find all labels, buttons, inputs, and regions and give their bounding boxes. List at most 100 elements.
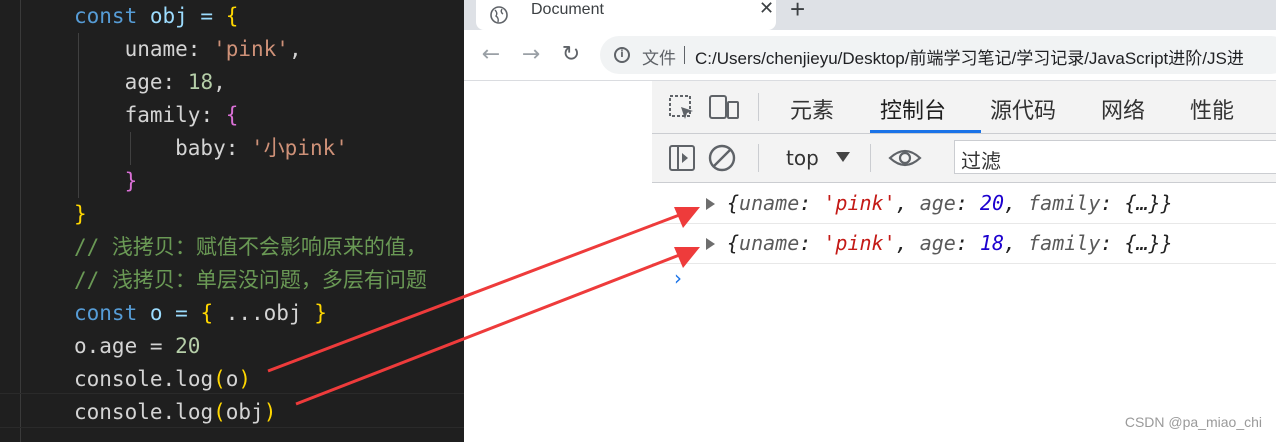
inspect-element-icon[interactable] xyxy=(668,94,696,122)
code-token: uname xyxy=(74,37,188,61)
code-token: log xyxy=(175,400,214,424)
log-object-preview: {uname: 'pink', age: 20, family: {…}} xyxy=(727,191,1173,215)
code-line: o.age = 20 xyxy=(74,330,200,363)
context-selector[interactable]: top xyxy=(786,146,819,170)
code-token: log xyxy=(175,367,214,391)
code-line: console.log(obj) xyxy=(74,396,276,429)
scheme-label: 文件 xyxy=(642,49,676,69)
code-token: 20 xyxy=(175,334,201,358)
sidebar-toggle-icon[interactable] xyxy=(668,144,696,172)
code-token: : xyxy=(225,136,252,160)
code-token: { xyxy=(225,4,239,28)
code-token: 'pink' xyxy=(213,37,289,61)
code-token: // 浅拷贝：单层没问题，多层有问题 xyxy=(74,268,427,292)
code-token: { xyxy=(200,301,214,325)
dropdown-arrow-icon[interactable] xyxy=(836,152,850,162)
code-token: ) xyxy=(263,400,277,424)
code-token: : xyxy=(162,70,188,94)
console-log-entry[interactable]: {uname: 'pink', age: 18, family: {…}} xyxy=(652,223,1276,264)
url-text[interactable]: C:/Users/chenjieyu/Desktop/前端学习笔记/学习记录/J… xyxy=(695,44,1244,69)
code-line: // 浅拷贝：赋值不会影响原来的值， xyxy=(74,231,427,264)
reload-icon[interactable]: ↻ xyxy=(558,42,584,68)
address-bar[interactable]: i 文件 C:/Users/chenjieyu/Desktop/前端学习笔记/学… xyxy=(600,36,1276,74)
toolbar-divider xyxy=(870,144,871,172)
back-arrow-icon[interactable]: ← xyxy=(478,42,504,68)
code-token: age xyxy=(74,70,163,94)
tab-strip: Document ✕ + xyxy=(464,0,1276,30)
code-token: family xyxy=(74,103,201,127)
tab-title: Document xyxy=(531,1,604,18)
code-token: const xyxy=(74,301,138,325)
code-line: } xyxy=(74,165,138,198)
code-token: : xyxy=(187,37,214,61)
code-token: console xyxy=(74,400,163,424)
toolbar-divider xyxy=(758,93,759,121)
code-token: } xyxy=(74,202,87,226)
tab-elements[interactable]: 元素 xyxy=(790,93,834,125)
code-token: 18 xyxy=(187,70,214,94)
globe-icon xyxy=(490,6,508,24)
filter-input[interactable]: 过滤 xyxy=(954,140,1276,174)
forward-arrow-icon[interactable]: → xyxy=(518,42,544,68)
console-prompt-icon[interactable]: › xyxy=(674,266,682,290)
expand-triangle-icon[interactable] xyxy=(706,238,715,250)
code-token: o.age xyxy=(74,334,138,358)
browser-toolbar: ← → ↻ i 文件 C:/Users/chenjieyu/Desktop/前端… xyxy=(464,30,1276,81)
code-token: ( xyxy=(213,400,226,424)
device-toolbar-icon[interactable] xyxy=(708,94,740,122)
code-line: baby: '小pink' xyxy=(74,132,348,165)
code-token: obj xyxy=(225,400,264,424)
gutter-divider xyxy=(20,0,21,442)
browser-tab[interactable]: Document ✕ xyxy=(476,0,776,30)
code-token: , xyxy=(213,70,226,94)
code-line: } xyxy=(74,198,87,231)
tab-performance[interactable]: 性能 xyxy=(1190,93,1234,125)
devtools-tab-bar: 元素 控制台 源代码 网络 性能 xyxy=(652,81,1276,134)
code-token: } xyxy=(74,169,138,193)
code-token: . xyxy=(162,367,176,391)
filter-placeholder: 过滤 xyxy=(961,149,1001,173)
code-token: console xyxy=(74,367,163,391)
code-token: ) xyxy=(238,367,252,391)
toolbar-divider xyxy=(758,144,759,172)
tab-console[interactable]: 控制台 xyxy=(880,93,946,125)
eye-icon[interactable] xyxy=(888,146,922,170)
console-toolbar: top 过滤 xyxy=(652,134,1276,183)
code-token: o = xyxy=(137,301,201,325)
tab-sources[interactable]: 源代码 xyxy=(990,93,1056,125)
code-token: ...obj xyxy=(213,301,315,325)
info-icon[interactable]: i xyxy=(614,47,630,63)
code-token: = xyxy=(137,334,176,358)
close-tab-icon[interactable]: ✕ xyxy=(759,0,774,19)
code-token: . xyxy=(162,400,176,424)
devtools-panel: 元素 控制台 源代码 网络 性能 top 过滤 {uname: 'pink', … xyxy=(652,81,1276,442)
code-editor[interactable]: const obj = { uname: 'pink', age: 18, fa… xyxy=(0,0,464,442)
code-token: obj = xyxy=(137,4,226,28)
tab-network[interactable]: 网络 xyxy=(1101,93,1145,125)
code-token: } xyxy=(314,301,327,325)
code-line: age: 18, xyxy=(74,66,226,99)
clear-console-icon[interactable] xyxy=(708,144,736,172)
code-line: const o = { ...obj } xyxy=(74,297,327,330)
code-line: uname: 'pink', xyxy=(74,33,302,66)
code-token: o xyxy=(225,367,239,391)
code-token: : xyxy=(200,103,226,127)
code-line: const obj = { xyxy=(74,0,238,33)
expand-triangle-icon[interactable] xyxy=(706,198,715,210)
code-token: // 浅拷贝：赋值不会影响原来的值， xyxy=(74,235,427,259)
code-token: baby xyxy=(74,136,226,160)
address-divider xyxy=(684,46,685,64)
code-token: { xyxy=(225,103,239,127)
code-token: ( xyxy=(213,367,226,391)
console-log-entry[interactable]: {uname: 'pink', age: 20, family: {…}} xyxy=(652,183,1276,224)
watermark: CSDN @pa_miao_chi xyxy=(1124,414,1262,430)
browser-window: Document ✕ + ← → ↻ i 文件 C:/Users/chenjie… xyxy=(464,0,1276,442)
log-object-preview: {uname: 'pink', age: 18, family: {…}} xyxy=(727,231,1173,255)
code-token: const xyxy=(74,4,138,28)
code-token: '小pink' xyxy=(251,136,348,160)
code-line: // 浅拷贝：单层没问题，多层有问题 xyxy=(74,264,427,297)
code-token: , xyxy=(288,37,302,61)
new-tab-icon[interactable]: + xyxy=(790,0,805,25)
active-tab-indicator xyxy=(870,130,981,133)
code-line: family: { xyxy=(74,99,239,132)
